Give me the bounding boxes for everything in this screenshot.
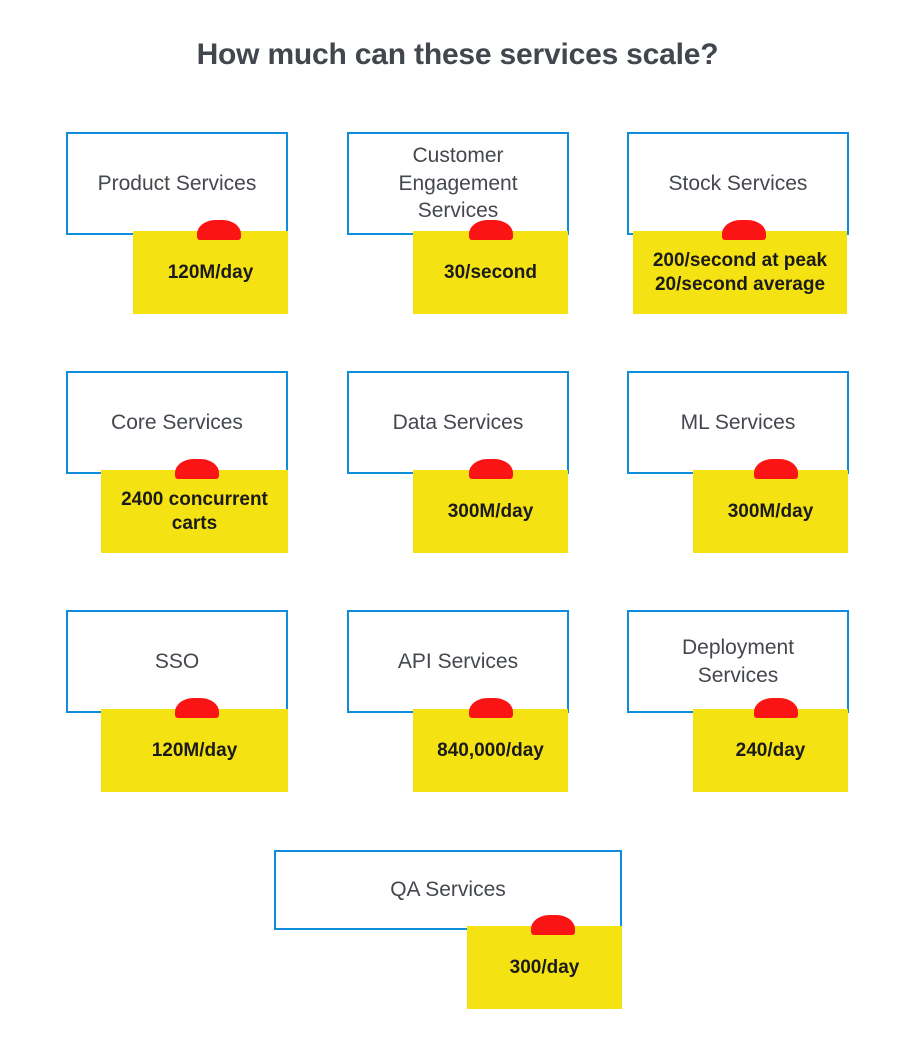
scale-value: 300/day bbox=[509, 956, 580, 978]
scale-value: 240/day bbox=[735, 739, 806, 761]
service-box[interactable]: Deployment Services bbox=[627, 610, 849, 713]
service-name: API Services bbox=[397, 649, 519, 673]
tape-icon bbox=[754, 459, 798, 479]
scale-note[interactable]: 300M/day bbox=[413, 470, 568, 553]
scale-value: 2400 concurrent carts bbox=[121, 489, 268, 534]
scale-value: 120M/day bbox=[151, 739, 238, 761]
scale-value: 30/second bbox=[444, 261, 537, 283]
tape-icon bbox=[469, 698, 513, 718]
page-title: How much can these services scale? bbox=[196, 38, 719, 71]
scale-value: 200/second at peak 20/second average bbox=[652, 250, 828, 295]
tape-icon bbox=[722, 220, 766, 240]
tape-icon bbox=[175, 698, 219, 718]
tape-icon bbox=[469, 459, 513, 479]
scale-note[interactable]: 300/day bbox=[467, 926, 622, 1009]
scale-note[interactable]: 120M/day bbox=[101, 709, 288, 792]
scale-note[interactable]: 300M/day bbox=[693, 470, 848, 553]
tape-icon bbox=[754, 698, 798, 718]
scale-value: 300M/day bbox=[447, 500, 534, 522]
scale-note[interactable]: 240/day bbox=[693, 709, 848, 792]
infographic-canvas: How much can these services scale? Produ… bbox=[0, 0, 915, 1060]
scale-value: 840,000/day bbox=[437, 739, 544, 761]
service-name: Product Services bbox=[97, 171, 257, 195]
service-name: Stock Services bbox=[668, 171, 808, 195]
service-name: Deployment Services bbox=[681, 635, 795, 687]
service-box[interactable]: SSO bbox=[66, 610, 288, 713]
tape-icon bbox=[469, 220, 513, 240]
service-box[interactable]: Core Services bbox=[66, 371, 288, 474]
tape-icon bbox=[197, 220, 241, 240]
scale-note[interactable]: 200/second at peak 20/second average bbox=[633, 231, 847, 314]
service-name: Data Services bbox=[392, 410, 524, 434]
service-name: ML Services bbox=[680, 410, 796, 434]
service-box[interactable]: Data Services bbox=[347, 371, 569, 474]
scale-value: 300M/day bbox=[727, 500, 814, 522]
tape-icon bbox=[531, 915, 575, 935]
service-name: Core Services bbox=[111, 410, 243, 434]
service-box[interactable]: ML Services bbox=[627, 371, 849, 474]
service-box[interactable]: Customer Engagement Services bbox=[347, 132, 569, 235]
service-box[interactable]: API Services bbox=[347, 610, 569, 713]
service-box[interactable]: QA Services bbox=[274, 850, 622, 930]
tape-icon bbox=[175, 459, 219, 479]
service-name: QA Services bbox=[390, 878, 506, 902]
scale-note[interactable]: 840,000/day bbox=[413, 709, 568, 792]
service-name: SSO bbox=[154, 649, 200, 673]
scale-note[interactable]: 30/second bbox=[413, 231, 568, 314]
scale-note[interactable]: 120M/day bbox=[133, 231, 288, 314]
scale-value: 120M/day bbox=[167, 261, 254, 283]
service-box[interactable]: Product Services bbox=[66, 132, 288, 235]
service-name: Customer Engagement Services bbox=[398, 143, 518, 223]
scale-note[interactable]: 2400 concurrent carts bbox=[101, 470, 288, 553]
